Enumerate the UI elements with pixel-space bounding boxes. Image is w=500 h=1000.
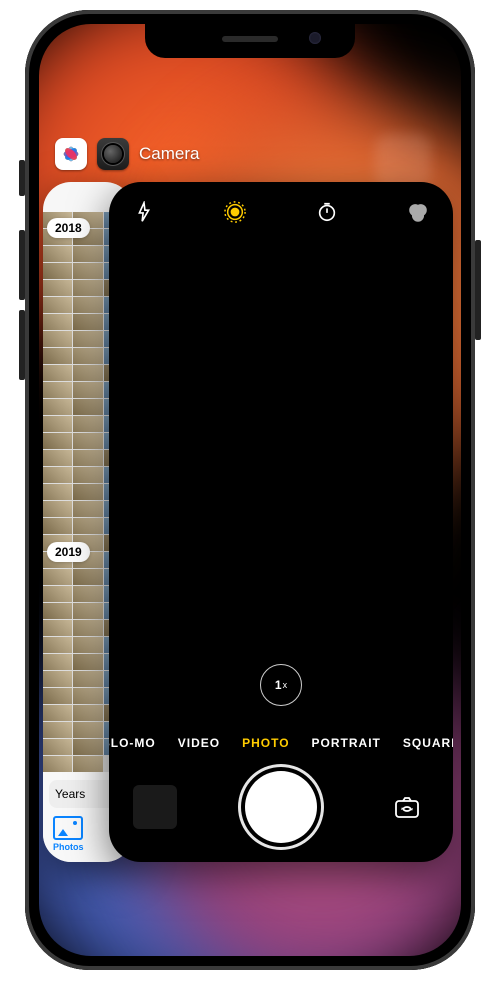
timer-icon[interactable] [314,199,340,225]
mode-option[interactable]: VIDEO [178,736,220,750]
segment-label: Years [55,787,85,801]
screen: Camera 2018 2019 [39,24,461,956]
shutter-button[interactable] [245,771,317,843]
photos-app-icon[interactable] [55,138,87,170]
last-photo-thumbnail[interactable] [133,785,177,829]
volume-down-button [19,310,25,380]
flash-icon[interactable] [131,199,157,225]
flip-camera-button[interactable] [385,785,429,829]
mode-option[interactable]: SLO-MO [109,736,156,750]
camera-top-controls [109,182,453,242]
photos-flower-icon [60,143,82,165]
app-card-camera[interactable]: 1x SLO-MO VIDEO PHOTO PORTRAIT SQUARE [109,182,453,862]
year-badge: 2018 [47,218,90,238]
zoom-button[interactable]: 1x [260,664,302,706]
mode-option-selected[interactable]: PHOTO [242,736,289,750]
live-photo-icon[interactable] [222,199,248,225]
zoom-suffix: x [283,680,288,690]
camera-viewfinder[interactable] [109,242,453,672]
camera-bottom-controls [109,752,453,862]
front-app-label: Camera [139,144,199,164]
camera-mode-selector[interactable]: SLO-MO VIDEO PHOTO PORTRAIT SQUARE [109,736,453,750]
mode-option[interactable]: SQUARE [403,736,453,750]
year-badge: 2019 [47,542,90,562]
zoom-value: 1 [275,678,282,692]
side-button [475,240,481,340]
photos-tab-label: Photos [53,842,84,852]
photos-tab[interactable]: Photos [53,816,84,852]
mode-option[interactable]: PORTRAIT [312,736,381,750]
volume-up-button [19,230,25,300]
mute-switch [19,160,25,196]
camera-lens-icon [104,145,122,163]
notch [145,24,355,58]
camera-app-icon[interactable] [97,138,129,170]
photos-tab-icon [53,816,83,840]
filters-icon[interactable] [405,199,431,225]
app-switcher-header: Camera [61,134,439,174]
iphone-frame: Camera 2018 2019 [25,10,475,970]
